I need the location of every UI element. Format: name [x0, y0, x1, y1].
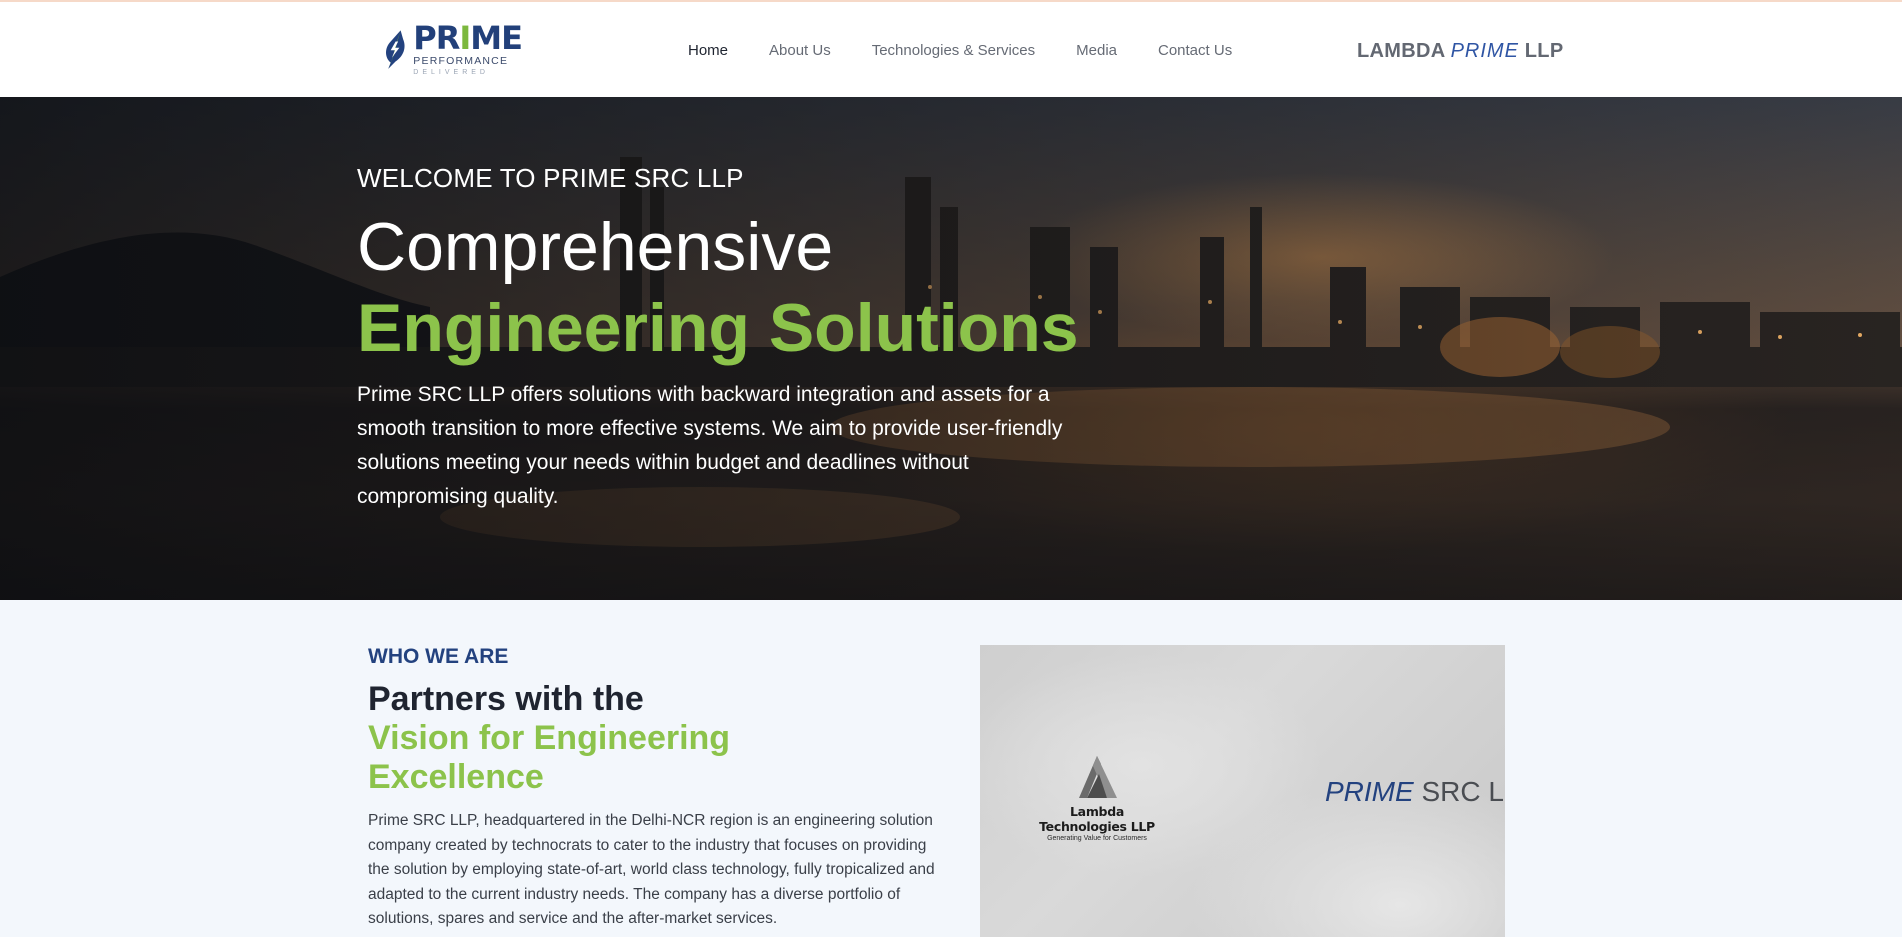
prime-logo[interactable]: PRIME PERFORMANCE DELIVERED: [382, 16, 523, 82]
nav-about-us[interactable]: About Us: [769, 42, 831, 59]
lambda-prime-brand[interactable]: LAMBDA PRIME LLP: [1357, 40, 1563, 63]
nav-technologies-services[interactable]: Technologies & Services: [872, 42, 1035, 59]
lambda-name: Lambda Technologies LLP: [1039, 804, 1155, 834]
lightning-leaf-icon: [386, 30, 405, 69]
logo-tagline-1: PERFORMANCE: [413, 55, 509, 68]
partners-video-media[interactable]: Lambda Technologies LLP Generating Value…: [980, 645, 1505, 937]
logo-wordmark: PRIME: [413, 19, 523, 58]
hero-banner: WELCOME TO PRIME SRC LLP Comprehensive E…: [0, 97, 1902, 600]
nav-contact-us[interactable]: Contact Us: [1158, 42, 1232, 59]
lambda-tagline: Generating Value for Customers: [1047, 835, 1147, 842]
main-nav: Home About Us Technologies & Services Me…: [688, 42, 1273, 59]
who-we-are-title-line-1: Partners with the: [368, 680, 644, 718]
nav-home[interactable]: Home: [688, 42, 728, 59]
hero-description: Prime SRC LLP offers solutions with back…: [357, 383, 1063, 508]
who-we-are-title-line-2: Vision for Engineering Excellence: [368, 719, 731, 796]
who-we-are-kicker: WHO WE ARE: [368, 645, 509, 668]
site-header: PRIME PERFORMANCE DELIVERED Home About U…: [0, 2, 1902, 97]
prime-src-logo: PRIME SRC LLP: [1325, 776, 1505, 807]
logo-tagline-2: DELIVERED: [413, 68, 489, 76]
who-we-are-description: Prime SRC LLP, headquartered in the Delh…: [368, 812, 935, 927]
lambda-triangle-icon: [1079, 756, 1117, 798]
hero-title-line-2: Engineering Solutions: [357, 290, 1079, 366]
nav-media[interactable]: Media: [1076, 42, 1117, 59]
hero-content: WELCOME TO PRIME SRC LLP Comprehensive E…: [357, 163, 1087, 514]
who-we-are-section: WHO WE ARE Partners with the Vision for …: [368, 645, 958, 932]
hero-kicker: WELCOME TO PRIME SRC LLP: [357, 163, 744, 193]
lambda-technologies-logo: Lambda Technologies LLP Generating Value…: [1027, 750, 1167, 842]
hero-title-line-1: Comprehensive: [357, 209, 834, 285]
